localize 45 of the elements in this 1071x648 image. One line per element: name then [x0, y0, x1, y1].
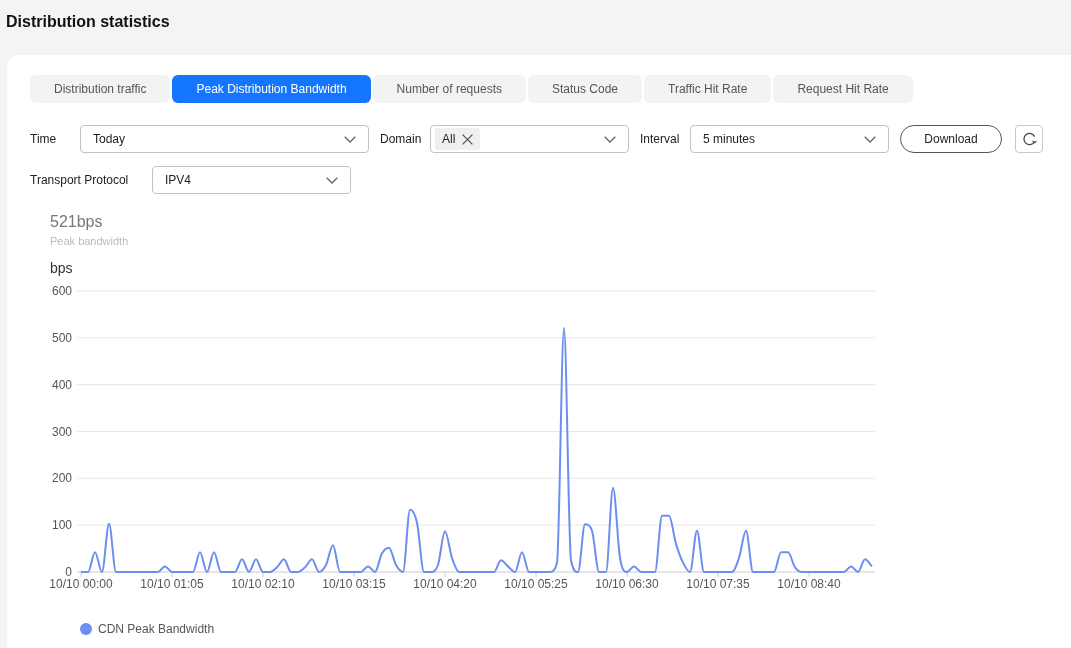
- x-tick-label: 10/10 01:05: [140, 577, 204, 591]
- filter-label: Interval: [640, 131, 681, 148]
- tab[interactable]: Status Code: [527, 75, 642, 103]
- y-tick-label: 400: [51, 377, 72, 392]
- chevron-down-icon[interactable]: [344, 135, 356, 143]
- filter-label: Transport Protocol: [30, 172, 130, 189]
- tab[interactable]: Peak Distribution Bandwidth: [172, 75, 371, 103]
- x-tick-label: 10/10 00:00: [49, 577, 113, 591]
- tab[interactable]: Traffic Hit Rate: [644, 75, 772, 103]
- refresh-button[interactable]: [1015, 125, 1043, 153]
- x-tick-label: 10/10 02:10: [231, 577, 295, 591]
- download-button[interactable]: Download: [900, 125, 1002, 153]
- tab[interactable]: Number of requests: [372, 75, 526, 103]
- peak-label: Peak bandwidth: [50, 235, 129, 248]
- dropdown-field[interactable]: IPV4: [152, 166, 351, 194]
- x-tick-label: 10/10 06:30: [595, 577, 659, 591]
- filter-label: Domain: [380, 131, 423, 148]
- legend-marker-icon[interactable]: [80, 623, 92, 635]
- peak-value: 521bps: [50, 213, 103, 231]
- filter-label: Time: [30, 131, 58, 148]
- x-tick-label: 10/10 08:40: [777, 577, 841, 591]
- page-title: Distribution statistics: [6, 13, 170, 31]
- x-tick-label: 10/10 07:35: [686, 577, 750, 591]
- y-tick-label: 200: [51, 471, 72, 486]
- dropdown-field[interactable]: 5 minutes: [690, 125, 889, 153]
- y-tick-label: 600: [51, 284, 72, 298]
- tab[interactable]: Distribution traffic: [30, 75, 171, 103]
- chevron-down-icon[interactable]: [326, 176, 338, 184]
- dropdown-field[interactable]: All: [430, 125, 629, 153]
- x-tick-label: 10/10 03:15: [322, 577, 386, 591]
- y-tick-label: 0: [65, 565, 72, 579]
- legend-label[interactable]: CDN Peak Bandwidth: [98, 622, 215, 636]
- chevron-down-icon[interactable]: [864, 135, 876, 143]
- refresh-icon: [1021, 131, 1037, 147]
- y-axis-unit: bps: [50, 260, 73, 276]
- tag[interactable]: All: [435, 128, 481, 150]
- x-tick-label: 10/10 04:20: [413, 577, 477, 591]
- x-tick-label: 10/10 05:25: [504, 577, 568, 591]
- dropdown-field[interactable]: Today: [80, 125, 369, 153]
- y-tick-label: 500: [51, 330, 72, 345]
- y-tick-label: 100: [51, 518, 72, 533]
- close-icon[interactable]: [462, 133, 474, 145]
- chevron-down-icon[interactable]: [604, 135, 616, 143]
- y-tick-label: 300: [51, 424, 72, 439]
- tab[interactable]: Request Hit Rate: [773, 75, 913, 103]
